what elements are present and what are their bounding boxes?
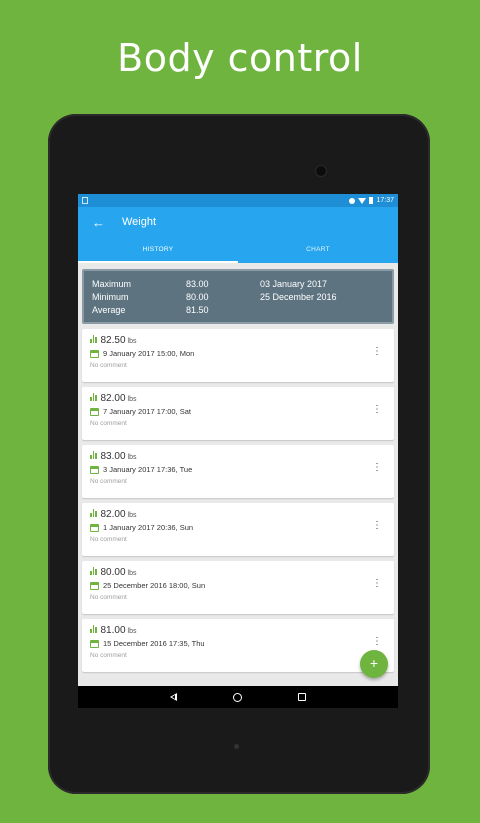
wifi-icon — [358, 197, 367, 204]
promo-headline: Body control — [117, 36, 363, 80]
history-list[interactable]: Maximum 83.00 03 January 2017 Minimum 80… — [78, 263, 398, 686]
list-item[interactable]: 81.00 lbs 15 December 2016 17:35, Thu No… — [82, 619, 394, 672]
bar-chart-icon — [90, 451, 97, 459]
nav-back-icon[interactable] — [170, 693, 177, 701]
entry-comment: No comment — [90, 420, 127, 427]
more-vert-icon[interactable]: ⋮ — [372, 405, 382, 415]
more-vert-icon[interactable]: ⋮ — [372, 463, 382, 473]
entry-unit: lbs — [127, 628, 137, 635]
entry-comment: No comment — [90, 478, 127, 485]
status-bar: 17:37 — [78, 194, 398, 207]
nav-recents-icon[interactable] — [298, 693, 306, 701]
bar-chart-icon — [90, 625, 97, 633]
sensor-dot — [234, 744, 239, 749]
notification-icon — [82, 197, 88, 204]
app-bar: ← Weight HISTORY CHART — [78, 207, 398, 263]
summary-avg-value: 81.50 — [186, 305, 209, 315]
summary-card: Maximum 83.00 03 January 2017 Minimum 80… — [82, 269, 394, 324]
bar-chart-icon — [90, 509, 97, 517]
entry-weight: 82.00 — [100, 509, 126, 520]
calendar-icon — [90, 639, 99, 648]
entry-unit: lbs — [127, 454, 137, 461]
page-title: Weight — [122, 216, 157, 228]
list-item[interactable]: 82.00 lbs 1 January 2017 20:36, Sun No c… — [82, 503, 394, 556]
tab-bar: HISTORY CHART — [78, 237, 398, 263]
nav-home-icon[interactable] — [233, 692, 242, 702]
tablet-device: 17:37 ← Weight HISTORY CHART Maximum 83.… — [48, 114, 430, 794]
summary-min-date: 25 December 2016 — [260, 292, 337, 302]
calendar-icon — [90, 349, 99, 358]
system-nav-bar — [78, 686, 398, 708]
summary-max-date: 03 January 2017 — [260, 279, 328, 289]
back-arrow-icon[interactable]: ← — [92, 215, 114, 230]
bar-chart-icon — [90, 393, 97, 401]
entry-date: 7 January 2017 17:00, Sat — [103, 407, 191, 416]
entry-date: 3 January 2017 17:36, Tue — [103, 465, 193, 474]
entry-date: 1 January 2017 20:36, Sun — [103, 523, 194, 532]
tab-chart[interactable]: CHART — [238, 237, 398, 263]
battery-icon — [369, 197, 374, 204]
more-vert-icon[interactable]: ⋮ — [372, 521, 382, 531]
bar-chart-icon — [90, 567, 97, 575]
more-vert-icon[interactable]: ⋮ — [372, 347, 382, 357]
summary-min-value: 80.00 — [186, 292, 209, 302]
entry-comment: No comment — [90, 536, 127, 543]
entry-date: 25 December 2016 18:00, Sun — [103, 581, 206, 590]
list-item[interactable]: 82.00 lbs 7 January 2017 17:00, Sat No c… — [82, 387, 394, 440]
list-item[interactable]: 82.50 lbs 9 January 2017 15:00, Mon No c… — [82, 329, 394, 382]
entry-comment: No comment — [90, 362, 127, 369]
add-entry-button[interactable]: + — [360, 650, 388, 678]
calendar-icon — [90, 523, 99, 532]
list-item[interactable]: 80.00 lbs 25 December 2016 18:00, Sun No… — [82, 561, 394, 614]
entry-comment: No comment — [90, 594, 127, 601]
entry-unit: lbs — [127, 512, 137, 519]
entry-date: 9 January 2017 15:00, Mon — [103, 349, 195, 358]
entry-weight: 81.00 — [100, 625, 126, 636]
calendar-icon — [90, 465, 99, 474]
summary-avg-label: Average — [92, 305, 126, 315]
list-item[interactable]: 83.00 lbs 3 January 2017 17:36, Tue No c… — [82, 445, 394, 498]
entry-unit: lbs — [127, 338, 137, 345]
bar-chart-icon — [90, 335, 97, 343]
summary-min-label: Minimum — [92, 292, 129, 302]
tab-history[interactable]: HISTORY — [78, 237, 238, 263]
summary-max-value: 83.00 — [186, 279, 209, 289]
entry-unit: lbs — [127, 396, 137, 403]
entry-date: 15 December 2016 17:35, Thu — [103, 639, 205, 648]
calendar-icon — [90, 581, 99, 590]
entry-weight: 82.00 — [100, 393, 126, 404]
entry-weight: 80.00 — [100, 567, 126, 578]
dnd-icon — [349, 197, 356, 204]
summary-max-label: Maximum — [92, 279, 132, 289]
calendar-icon — [90, 407, 99, 416]
app-screen: 17:37 ← Weight HISTORY CHART Maximum 83.… — [78, 194, 398, 708]
status-time: 17:37 — [376, 197, 394, 204]
camera-icon — [316, 166, 326, 176]
entry-weight: 82.50 — [100, 335, 126, 346]
entry-comment: No comment — [90, 652, 127, 659]
more-vert-icon[interactable]: ⋮ — [372, 637, 382, 647]
entry-unit: lbs — [127, 570, 137, 577]
entry-weight: 83.00 — [100, 451, 126, 462]
more-vert-icon[interactable]: ⋮ — [372, 579, 382, 589]
